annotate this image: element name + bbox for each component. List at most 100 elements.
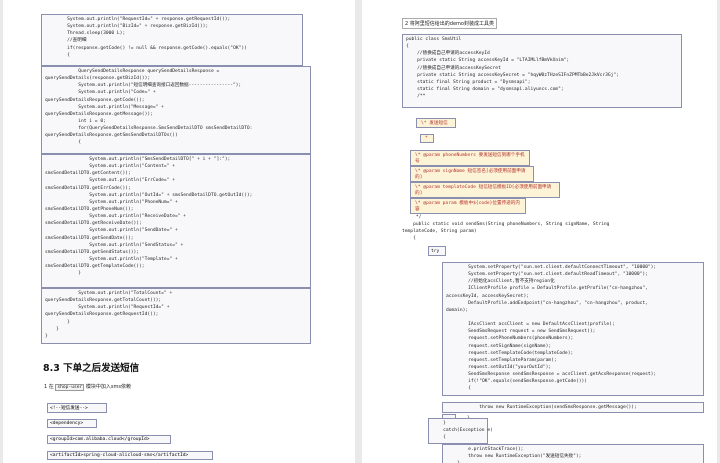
- code-line: */: [402, 215, 422, 220]
- code-line: querySendDetailsResponse.getSmsSendDetai…: [45, 133, 178, 139]
- code-line: {: [45, 140, 81, 146]
- code-line: System.out.println("BizId=" + response.g…: [45, 24, 209, 30]
- xml-line-groupid: <groupId>com.alibaba.cloud</groupId>: [47, 435, 171, 444]
- code-line: System.out.println("短信明细查询接口返回数据--------…: [45, 83, 242, 89]
- code-line: templateCode, String param): [402, 229, 477, 235]
- code-line: querySendDetails(response.getBizId());: [45, 76, 151, 82]
- code-line: System.out.println("SendDate=" +: [45, 228, 178, 234]
- code-line: smsSendDetailDTO.getErrCode());: [45, 185, 131, 191]
- xml-line-comment: <!--短信发送-->: [47, 403, 107, 413]
- code-line: }: [45, 326, 59, 332]
- code-line: }: [45, 333, 48, 339]
- code-line: e.printStackTrace();: [446, 447, 524, 452]
- code-line: System.out.println("TotalCount=" +: [45, 291, 173, 296]
- code-line: {: [446, 386, 471, 392]
- code-line: smsSendDetailDTO.getPhoneNum());: [45, 206, 134, 212]
- code-line: if(!"OK".equals(sendSmsResponse.getCode(…: [446, 379, 588, 385]
- code-line: request.setSignName(signName);: [446, 343, 552, 349]
- code-line: int i = 0;: [45, 118, 106, 124]
- step-number: 1 在: [44, 384, 54, 390]
- code-line: public static void sendSms(String phoneN…: [402, 222, 610, 228]
- step-1-text: 1 在 shop-user 模块中加入sms依赖: [44, 383, 131, 391]
- left-document-page: System.out.println("RequestId=" + respon…: [3, 0, 355, 463]
- code-line: if(response.getCode() != null && respons…: [45, 45, 247, 51]
- javadoc-line-phone: \* @param phoneNumbers 要发送短信到哪个手机号: [410, 150, 530, 166]
- javadoc-line-template: \* @param templateCode 短信短信模板ID[必须使用前面申请…: [410, 182, 560, 198]
- section-heading: 8.3 下单之后发送短信: [43, 363, 140, 374]
- code-block-total-count: System.out.println("TotalCount=" + queryS…: [41, 288, 311, 344]
- code-line: }: [432, 421, 446, 426]
- code-line: request.setPhoneNumbers(phoneNumbers);: [446, 336, 574, 342]
- code-block-throw: throw new RuntimeException(sendSmsRespon…: [442, 402, 704, 413]
- code-line: IAcsClient acsClient = new DefaultAcsCli…: [446, 322, 615, 328]
- code-block-smsutil-class: public class SmsUtil { //替换成自己申请的accessKe…: [402, 34, 682, 108]
- code-block-catch-body: e.printStackTrace(); throw new RuntimeEx…: [442, 444, 704, 463]
- xml-line-dependency: <dependency>: [47, 419, 97, 428]
- code-line: DefaultProfile.addEndpoint("cn-hangzhou"…: [446, 300, 648, 306]
- code-line: querySendDetailsResponse.getMessage());: [45, 111, 153, 117]
- code-block-response-print: System.out.println("RequestId=" + respon…: [41, 14, 303, 66]
- code-line: private static String accessKeyId = "LTA…: [406, 58, 570, 64]
- code-line: System.out.println("Template=" +: [45, 256, 178, 262]
- code-line: System.out.println("Content=" +: [45, 164, 175, 170]
- step-2-text: 2 将阿里短信给出的demo封装成工具类: [402, 18, 497, 29]
- code-line: /**: [406, 94, 426, 100]
- code-line: System.out.println("PhoneNum=" +: [45, 199, 178, 205]
- code-line: for(QuerySendDetailsResponse.SmsSendDeta…: [45, 126, 253, 132]
- code-line: smsSendDetailDTO.getReceiveDate());: [45, 221, 142, 227]
- code-line: IClientProfile profile = DefaultProfile.…: [446, 286, 648, 292]
- javadoc-line-star: *: [420, 134, 434, 143]
- code-line: //替换成自己申请的accessKeySecret: [406, 65, 501, 71]
- xml-line-artifactid: <artifactId>spring-cloud-alicloud-sms</a…: [47, 451, 213, 460]
- code-line: smsSendDetailDTO.getContent());: [45, 171, 131, 177]
- code-line: domain);: [446, 307, 469, 313]
- code-line: querySendDetailsResponse.getCode());: [45, 97, 145, 103]
- code-line: static final String domain = "dysmsapi.a…: [406, 86, 564, 92]
- method-signature: */ public static void sendSms(String pho…: [402, 214, 609, 243]
- code-line: //替换成自己申请的accessKeyId: [406, 51, 490, 57]
- code-line: System.out.println("Code=" +: [45, 90, 156, 96]
- code-line: //查明细: [45, 38, 87, 44]
- code-line: static final String product = "Dysmsapi"…: [406, 79, 531, 85]
- code-line: System.out.println("RequestId=" +: [45, 305, 170, 311]
- javadoc-line-signname: \* @param signName 短信签名[必须使用前面申请的]: [410, 166, 534, 182]
- code-line: {: [432, 435, 446, 441]
- code-line: SendSmsResponse sendSmsResponse = acsCli…: [446, 372, 657, 378]
- code-line: accessKeyId, accessKeySecret);: [446, 293, 529, 299]
- code-line: catch(Exception e): [432, 428, 493, 434]
- javadoc-line-param: \* @param param 模板中${code}位置传递的内容: [410, 198, 526, 214]
- code-line: public class SmsUtil: [406, 37, 462, 42]
- step-1-desc: 模块中加入sms依赖: [85, 384, 131, 390]
- code-line: smsSendDetailDTO.getSendDate());: [45, 235, 134, 241]
- code-line: request.setOutId("yourOutId");: [446, 364, 552, 370]
- code-block-detail-loop: System.out.println("SmsSendDetailDTO[" +…: [41, 154, 311, 288]
- code-line: System.out.println("SendStatus=" +: [45, 242, 184, 248]
- code-line: smsSendDetailDTO.getTemplateCode());: [45, 264, 145, 270]
- code-line: System.setProperty("sun.net.client.defau…: [446, 272, 648, 278]
- code-line: request.setTemplateCode(templateCode);: [446, 350, 574, 356]
- code-block-send-sms-body: System.setProperty("sun.net.client.defau…: [442, 262, 704, 396]
- code-line: querySendDetailsResponse.getRequestId())…: [45, 312, 159, 318]
- code-line: SendSmsRequest request = new SendSmsRequ…: [446, 329, 596, 335]
- right-document-page: 2 将阿里短信给出的demo封装成工具类 public class SmsUti…: [362, 0, 717, 463]
- code-line: }: [45, 319, 70, 325]
- code-line: {: [402, 236, 416, 242]
- code-line: System.setProperty("sun.net.client.defau…: [446, 265, 657, 270]
- code-line: {: [45, 52, 70, 58]
- code-line: private static String accessKeySecret = …: [406, 72, 619, 78]
- code-line: querySendDetailsResponse.getTotalCount()…: [45, 298, 162, 304]
- code-block-catch: } catch(Exception e) {: [428, 418, 493, 444]
- code-line: System.out.println("ErrCode=" +: [45, 178, 175, 184]
- code-line: System.out.println("SmsSendDetailDTO[" +…: [45, 157, 231, 162]
- code-line: System.out.println("RequestId=" + respon…: [45, 17, 231, 22]
- code-line: {: [406, 44, 409, 50]
- code-line: Thread.sleep(3000 L);: [45, 31, 126, 37]
- code-line: System.out.println("Message=" +: [45, 104, 164, 110]
- code-line: QuerySendDetailsResponse querySendDetail…: [45, 69, 220, 74]
- code-line: }: [45, 271, 81, 277]
- module-name-chip: shop-user: [55, 384, 85, 391]
- code-line: throw new RuntimeException("发送短信失败");: [446, 454, 582, 460]
- code-line: //初始化acsClient,暂不支持region化: [446, 279, 555, 285]
- code-block-query-details: QuerySendDetailsResponse querySendDetail…: [41, 66, 311, 154]
- code-line: request.setTemplateParam(param);: [446, 357, 557, 363]
